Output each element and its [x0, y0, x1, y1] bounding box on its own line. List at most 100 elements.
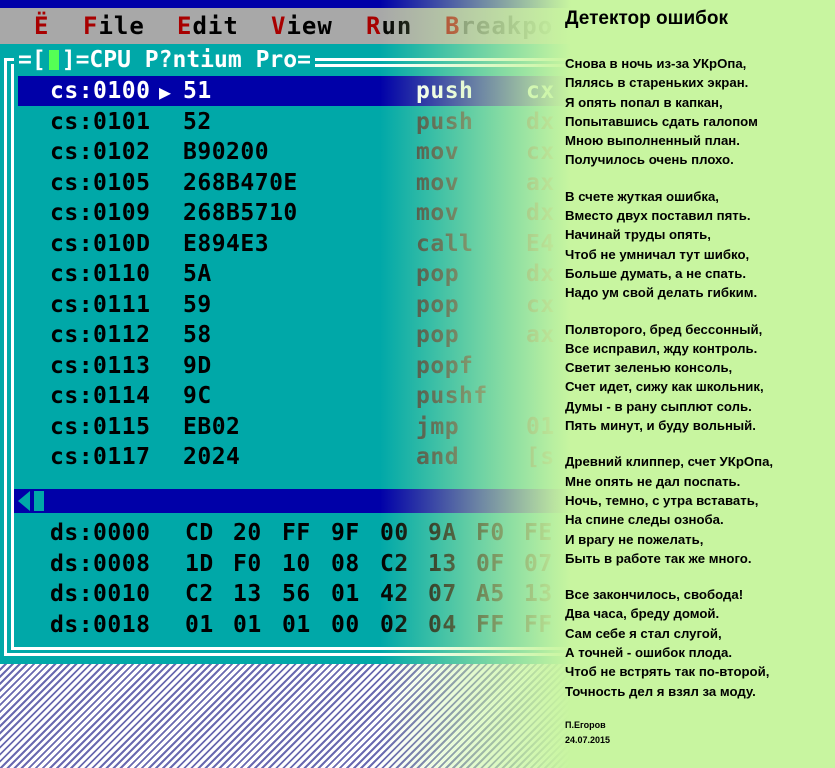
poem-line: Светит зеленью консоль, — [565, 360, 733, 376]
dump-byte: CD — [185, 520, 214, 546]
poem-body: Снова в ночь из-за УКрОпа, Пялясь в старе… — [565, 54, 830, 701]
poem: Детектор ошибок Снова в ночь из-за УКрОп… — [565, 8, 830, 748]
code-bytes: 2024 — [183, 444, 241, 470]
scroll-left-icon[interactable] — [18, 491, 30, 511]
poem-stanza: Все закончилось, свобода! Два часа, бреду… — [565, 585, 830, 701]
code-address: cs:0114 — [50, 383, 151, 409]
dump-address: ds:0010 — [50, 581, 151, 607]
current-instruction-arrow-icon: ▶ — [159, 80, 172, 104]
menu-view[interactable]: View — [271, 12, 333, 40]
code-bytes: 51 — [183, 78, 212, 104]
code-address: cs:0111 — [50, 291, 151, 318]
dump-byte: 08 — [331, 550, 360, 577]
code-bytes: 268B470E — [183, 169, 298, 196]
dump-address: ds:0008 — [50, 550, 151, 577]
code-bytes: 5A — [183, 261, 212, 287]
code-bytes: 58 — [183, 322, 212, 348]
code-bytes: 52 — [183, 108, 212, 135]
scroll-thumb[interactable] — [34, 491, 44, 511]
dump-byte: 20 — [233, 520, 262, 546]
poem-date: 24.07.2015 — [565, 734, 611, 745]
dump-address: ds:0000 — [50, 520, 151, 546]
code-address: cs:0112 — [50, 322, 151, 348]
poem-stanza: Снова в ночь из-за УКрОпа, Пялясь в старе… — [565, 54, 830, 170]
code-address: cs:0110 — [50, 261, 151, 287]
poem-line: Счет идет, сижу как школьник, — [565, 379, 764, 395]
poem-line: Все закончилось, свобода! — [565, 587, 744, 603]
dump-byte: 01 — [185, 611, 214, 638]
poem-line: Я опять попал в капкан, — [565, 94, 723, 110]
poem-line: А точней - ошибок плода. — [565, 645, 733, 661]
menu-edit-label: dit — [192, 12, 239, 40]
code-address: cs:0101 — [50, 108, 151, 135]
code-address: cs:0113 — [50, 352, 151, 379]
dump-byte: 13 — [233, 581, 262, 607]
poem-line: Все исправил, жду контроль. — [565, 340, 758, 356]
code-address: cs:0109 — [50, 200, 151, 226]
poem-line: Попытавшись сдать галопом — [565, 113, 758, 129]
dump-byte: 56 — [282, 581, 311, 607]
poem-line: Древний клиппер, счет УКрОпа, — [565, 454, 774, 470]
dump-byte: C2 — [185, 581, 214, 607]
dump-byte: FF — [282, 520, 311, 546]
poem-line: Снова в ночь из-за УКрОпа, — [565, 56, 747, 71]
poem-stanza: Полвторого, бред бессонный, Все исправил,… — [565, 320, 830, 436]
code-address: cs:0102 — [50, 139, 151, 165]
menu-view-label: iew — [286, 12, 333, 40]
code-address: cs:0105 — [50, 169, 151, 196]
poem-line: Мне опять не дал поспать. — [565, 473, 741, 489]
close-icon[interactable] — [48, 50, 59, 70]
code-bytes: EB02 — [183, 413, 241, 440]
signature: П.Егоров 24.07.2015 — [565, 718, 830, 748]
poem-line: Чтоб не встрять так по-второй, — [565, 664, 770, 680]
menu-view-hotkey: V — [271, 12, 287, 40]
poem-line: Мною выполненный план. — [565, 133, 740, 149]
dump-address: ds:0018 — [50, 611, 151, 638]
poem-line: Получилось очень плохо. — [565, 152, 734, 168]
poem-line: Ночь, темно, с утра вставать, — [565, 492, 759, 508]
dump-byte: 9F — [331, 520, 360, 546]
code-address: cs:0100 — [50, 78, 151, 104]
poem-line: Начинай труды опять, — [565, 227, 711, 243]
poem-line: Чтоб не умничал тут шибко, — [565, 246, 750, 262]
code-address: cs:010D — [50, 230, 151, 257]
dump-byte: 01 — [233, 611, 262, 638]
poem-line: И врагу не пожелать, — [565, 531, 704, 547]
dump-byte: 01 — [282, 611, 311, 638]
menu-edit[interactable]: Edit — [177, 12, 239, 40]
poem-stanza: Древний клиппер, счет УКрОпа, Мне опять н… — [565, 452, 830, 568]
menu-file[interactable]: File — [83, 12, 145, 40]
title-bracket-right: ] — [61, 47, 76, 73]
poem-line: Надо ум свой делать гибким. — [565, 285, 758, 301]
poem-line: Два часа, бреду домой. — [565, 606, 720, 622]
dump-byte: 1D — [185, 550, 214, 577]
poem-line: Точность дел я взял за моду. — [565, 683, 756, 699]
poem-line: На спине следы озноба. — [565, 512, 724, 528]
code-bytes: 59 — [183, 291, 212, 318]
dump-byte: 00 — [331, 611, 360, 638]
title-bracket-left: =[ — [18, 47, 46, 73]
menu-file-hotkey: F — [83, 12, 99, 40]
code-address: cs:0115 — [50, 413, 151, 440]
code-bytes: 9D — [183, 352, 212, 379]
poem-line: Сам себе я стал слугой, — [565, 625, 722, 641]
menu-edit-hotkey: E — [177, 12, 193, 40]
dump-byte: 01 — [331, 581, 360, 607]
poem-title: Детектор ошибок — [565, 8, 728, 29]
poem-stanza: В счете жуткая ошибка, Вместо двух постав… — [565, 187, 830, 303]
menu-system-label: Ё — [34, 12, 50, 40]
poem-line: Пять минут, и буду вольный. — [565, 418, 756, 434]
dump-byte: F0 — [233, 550, 262, 577]
code-bytes: B90200 — [183, 139, 270, 165]
poem-line: В счете жуткая ошибка, — [565, 188, 719, 204]
menu-system[interactable]: Ё — [34, 12, 49, 40]
poem-line: Пялясь в стареньких экран. — [565, 75, 749, 91]
code-bytes: E894E3 — [183, 230, 270, 257]
poem-line: Полвторого, бред бессонный, — [565, 321, 763, 337]
menu-file-label: ile — [98, 12, 145, 40]
cpu-window-title: =[]=CPU P?ntium Pro= — [14, 47, 315, 73]
poem-line: Думы - в рану сыплют соль. — [565, 398, 752, 414]
dump-byte: 10 — [282, 550, 311, 577]
poem-line: Быть в работе так же много. — [565, 550, 752, 566]
code-address: cs:0117 — [50, 444, 151, 470]
